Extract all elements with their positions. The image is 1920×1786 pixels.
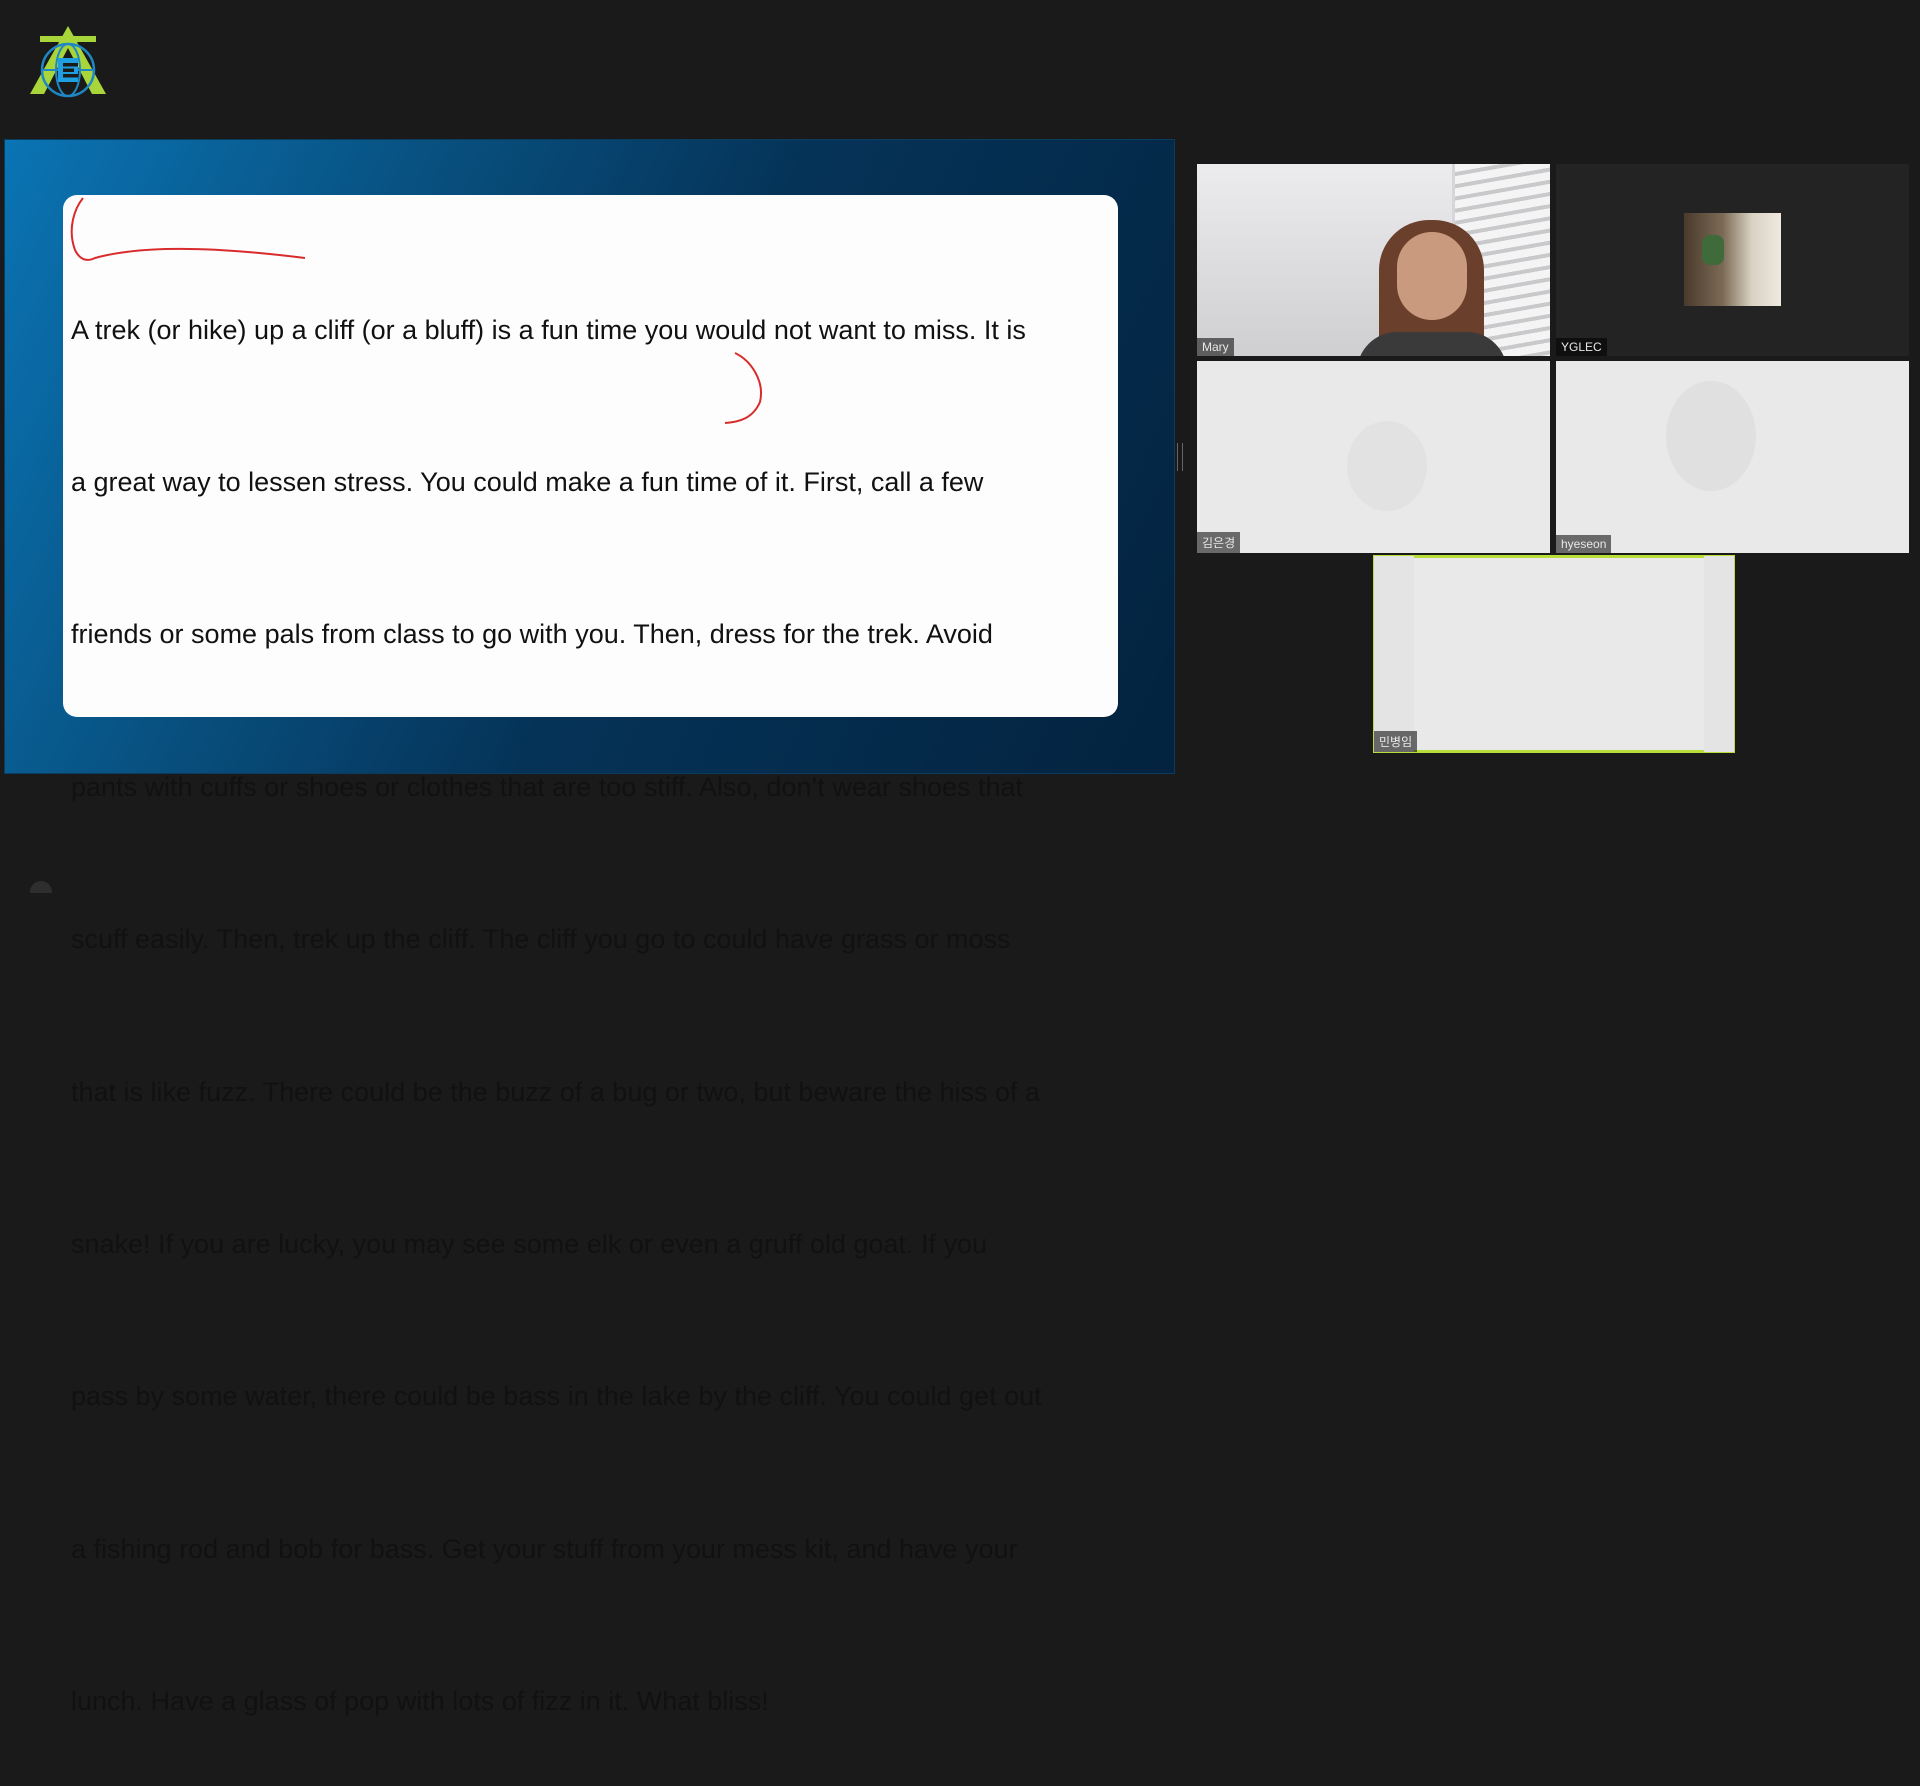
video-bar	[1704, 556, 1734, 752]
splitter-handle-icon[interactable]	[1177, 443, 1183, 471]
slide-line: pass by some water, there could be bass …	[71, 1381, 1042, 1412]
person-body	[1357, 332, 1507, 356]
participant-name: YGLEC	[1556, 338, 1607, 356]
person-silhouette	[1666, 381, 1756, 491]
participant-name: Mary	[1197, 338, 1234, 356]
slide-line: that is like fuzz. There could be the bu…	[71, 1076, 1041, 1107]
video-tile-kim[interactable]: 김은경	[1197, 361, 1550, 553]
video-tile-hyeseon[interactable]: hyeseon	[1556, 361, 1909, 553]
slide-line: a fishing rod and bob for bass. Get your…	[71, 1533, 1018, 1564]
slide-line: A trek (or hike) up a cliff (or a bluff)…	[71, 314, 1026, 345]
slide-line: pants with cuffs or shoes or clothes tha…	[71, 771, 1024, 802]
video-tile-mary[interactable]: Mary	[1197, 164, 1550, 356]
slide-line: a great way to lessen stress. You could …	[71, 466, 984, 497]
video-tile-min-active-speaker[interactable]: 민병임	[1373, 555, 1735, 753]
slide-card: A trek (or hike) up a cliff (or a bluff)…	[63, 195, 1118, 1716]
slide-line: friends or some pals from class to go wi…	[71, 619, 993, 650]
toolbar-toggle-icon[interactable]	[30, 881, 52, 893]
participant-name: 민병임	[1374, 731, 1418, 752]
participant-name: 김은경	[1197, 532, 1241, 553]
slide-line: snake! If you are lucky, you may see som…	[71, 1228, 987, 1259]
participant-name: hyeseon	[1556, 535, 1612, 553]
profile-picture	[1684, 213, 1781, 306]
person-silhouette	[1347, 421, 1427, 511]
slide-text: A trek (or hike) up a cliff (or a bluff)…	[71, 203, 1151, 1786]
video-bar	[1374, 556, 1414, 752]
slide-line: scuff easily. Then, trek up the cliff. T…	[71, 924, 1011, 955]
shared-screen: A trek (or hike) up a cliff (or a bluff)…	[4, 139, 1175, 1716]
app-logo-icon	[26, 22, 110, 100]
person-face	[1397, 232, 1467, 320]
slide-line: lunch. Have a glass of pop with lots of …	[71, 1686, 769, 1717]
video-tile-yglec[interactable]: YGLEC	[1556, 164, 1909, 356]
